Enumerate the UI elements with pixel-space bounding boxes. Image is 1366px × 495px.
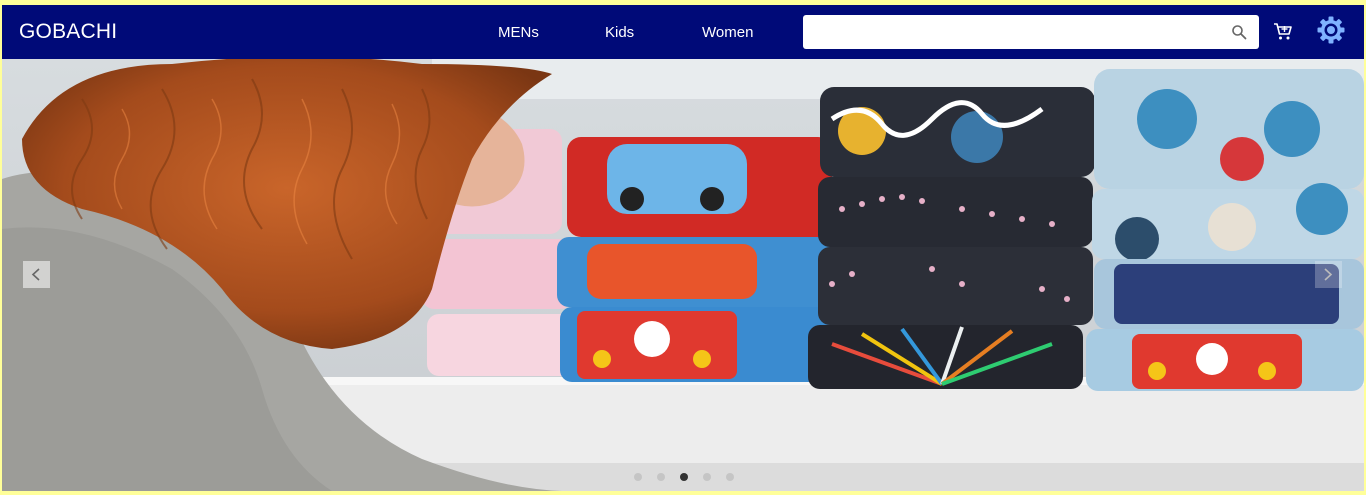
gear-icon[interactable] (1316, 15, 1346, 45)
search-box (803, 15, 1259, 49)
search-icon[interactable] (1231, 24, 1247, 40)
carousel-dot-3[interactable] (680, 473, 688, 481)
nav-link-men[interactable]: MENs (498, 24, 539, 41)
nav-link-women[interactable]: Women (702, 24, 753, 41)
carousel-dot-1[interactable] (634, 473, 642, 481)
page-frame: GOBACHI MENs Kids Women (2, 5, 1364, 491)
nav-link-kids[interactable]: Kids (605, 24, 634, 41)
search-input[interactable] (811, 21, 1215, 45)
carousel-prev-button[interactable] (23, 261, 50, 288)
hero-carousel (2, 59, 1364, 491)
carousel-dot-2[interactable] (657, 473, 665, 481)
chevron-right-icon (1324, 268, 1333, 281)
hero-image (2, 59, 1364, 491)
cart-icon[interactable] (1273, 22, 1293, 42)
chevron-left-icon (31, 268, 40, 281)
carousel-next-button[interactable] (1315, 261, 1342, 288)
top-navbar: GOBACHI MENs Kids Women (2, 5, 1364, 59)
carousel-dot-4[interactable] (703, 473, 711, 481)
carousel-dot-5[interactable] (726, 473, 734, 481)
brand-logo[interactable]: GOBACHI (19, 20, 117, 44)
